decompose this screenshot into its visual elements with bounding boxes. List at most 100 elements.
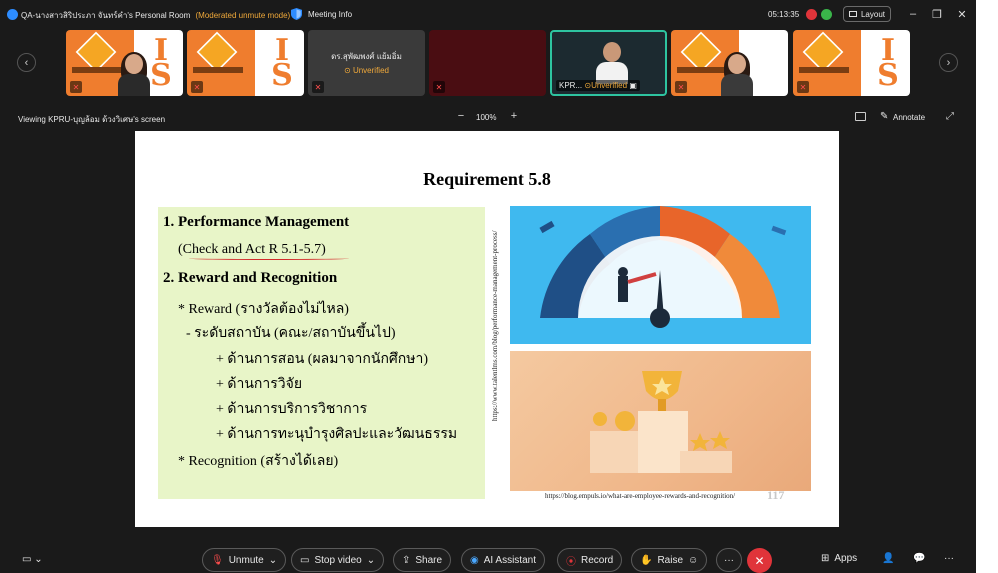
chat-button[interactable]: 💬 xyxy=(913,553,925,564)
captions-button[interactable]: ▭ ⌄ xyxy=(22,554,43,565)
bullet-culture: + ด้านการทะนุบำรุงศิลปะและวัฒนธรรม xyxy=(216,427,458,442)
participants-icon: 👤 xyxy=(882,553,895,564)
share-view-bar: Viewing KPRU-บุญล้อม ด้วงวิเศษ's screen … xyxy=(0,108,976,128)
ai-assistant-button[interactable]: ◉ AI Assistant xyxy=(461,548,545,572)
annotate-button[interactable]: Annotate xyxy=(893,113,925,122)
layout-button[interactable]: Layout xyxy=(843,6,891,22)
unverified-badge: ⊙Unverified xyxy=(584,81,628,90)
apps-label: Apps xyxy=(834,553,858,564)
meeting-info-button[interactable]: Meeting Info xyxy=(308,10,352,19)
ellipsis-icon: ··· xyxy=(944,553,954,564)
participant-name: ดร.สุพัฒพงศ์ แย้มอิ่ม xyxy=(331,52,402,61)
bullet-academic-service: + ด้านการบริการวิชาการ xyxy=(216,402,368,417)
share-label: Share xyxy=(415,554,443,566)
share-icon: ⇪ xyxy=(402,554,411,566)
raise-hand-button[interactable]: ✋ Raise ☺ xyxy=(631,548,708,572)
bullet-recognition: * Recognition (สร้างได้เลย) xyxy=(178,454,339,469)
room-name: QA-นางสาวสิริประภา จันทร์คำ's Personal R… xyxy=(21,11,191,20)
prev-participants-button[interactable]: ‹ xyxy=(17,53,36,72)
record-button[interactable]: ⦿ Record xyxy=(557,548,623,572)
participant-strip: ‹ IS ✕ IS ✕ ดร.สุพัฒพงศ์ แย้มอิ่ม ⊙ Unve… xyxy=(0,28,976,98)
hs-mark: IS xyxy=(271,33,293,93)
unverified-label: Unverified xyxy=(352,66,389,75)
source-url-vertical: https://www.talentlms.com/blog/performan… xyxy=(491,230,499,421)
reactions-icon[interactable]: ☺ xyxy=(688,555,698,566)
mic-muted-icon: ✕ xyxy=(191,81,203,93)
overflow-menu-button[interactable]: ··· xyxy=(944,553,954,564)
logo-banner xyxy=(193,67,243,73)
bullet-check-act: (Check and Act R 5.1-5.7) xyxy=(178,242,326,257)
more-options-button[interactable]: ··· xyxy=(716,548,742,572)
participant-name: KPR... xyxy=(559,81,583,90)
participant-tile[interactable]: IS ✕ xyxy=(793,30,910,96)
record-icon: ⦿ xyxy=(566,556,576,568)
red-underline xyxy=(189,257,349,260)
zoom-in-button[interactable]: + xyxy=(508,110,520,122)
layout-icon xyxy=(848,11,857,17)
unmute-label: Unmute xyxy=(228,554,264,566)
participant-tile[interactable]: IS ✕ xyxy=(187,30,304,96)
captions-icon: ▭ xyxy=(22,554,32,565)
unmute-button[interactable]: 🎙 Unmute ⌄ xyxy=(202,548,287,572)
participant-tile[interactable]: IS ✕ xyxy=(66,30,183,96)
mic-muted-icon: ✕ xyxy=(675,81,687,93)
recording-indicator-icon xyxy=(806,9,817,20)
active-speaker-tile[interactable]: KPR... ⊙Unverified ▣ xyxy=(550,30,667,96)
participants-button[interactable]: 👤 xyxy=(882,553,894,564)
stop-video-button[interactable]: ▭ Stop video ⌄ xyxy=(291,548,385,572)
bullet-teaching: + ด้านการสอน (ผลมาจากนักศึกษา) xyxy=(216,352,429,367)
logo-banner xyxy=(677,67,727,73)
pen-icon: ✎ xyxy=(880,111,889,122)
monitor-icon[interactable] xyxy=(855,112,866,121)
bullet-reward-recognition: 2. Reward and Recognition xyxy=(163,270,338,286)
mic-muted-icon: ✕ xyxy=(797,81,809,93)
moderated-mode-label: (Moderated unmute mode) xyxy=(195,11,291,20)
participant-video xyxy=(721,52,753,96)
fullscreen-icon[interactable]: ⤢ xyxy=(946,111,954,122)
chevron-down-icon: ⌄ xyxy=(34,554,43,565)
participant-tile[interactable]: ดร.สุพัฒพงศ์ แย้มอิ่ม ⊙ Unverified ✕ xyxy=(308,30,425,96)
zoom-out-button[interactable]: − xyxy=(455,110,467,122)
next-participants-button[interactable]: › xyxy=(939,53,958,72)
hand-icon: ✋ xyxy=(640,554,653,566)
raise-label: Raise xyxy=(657,554,684,566)
chevron-down-icon[interactable]: ⌄ xyxy=(367,555,375,566)
apps-button[interactable]: ⊞ Apps xyxy=(821,553,857,564)
close-button[interactable]: ✕ xyxy=(955,7,969,21)
unverified-badge: ⊙ Unverified xyxy=(344,66,389,75)
zoom-level[interactable]: 100% xyxy=(476,113,496,122)
more-label: ··· xyxy=(724,554,734,566)
screen-share-icon: ▣ xyxy=(629,81,637,90)
hs-mark: IS xyxy=(877,33,899,93)
video-camera-icon: ▭ xyxy=(300,554,310,566)
slide-page-number: 117 xyxy=(767,488,785,502)
chevron-down-icon[interactable]: ⌄ xyxy=(269,555,277,566)
stop-video-label: Stop video xyxy=(314,554,362,566)
share-button[interactable]: ⇪ Share xyxy=(393,548,452,572)
restore-button[interactable]: ❐ xyxy=(930,7,944,21)
reward-trophy-image xyxy=(510,351,811,491)
webex-logo-icon xyxy=(7,9,18,20)
minimize-button[interactable]: – xyxy=(906,7,920,21)
leave-meeting-button[interactable]: ✕ xyxy=(747,548,772,573)
apps-icon: ⊞ xyxy=(821,553,830,564)
hs-mark: IS xyxy=(150,33,172,93)
meeting-timer: 05:13:35 xyxy=(768,10,800,19)
participant-tile[interactable]: ✕ xyxy=(671,30,788,96)
participant-tile[interactable]: ✕ xyxy=(429,30,546,96)
viewing-label: Viewing KPRU-บุญล้อม ด้วงวิเศษ's screen xyxy=(18,115,166,124)
bullet-institution-level: - ระดับสถาบัน (คณะ/สถาบันขึ้นไป) xyxy=(186,326,396,341)
meeting-toolbar: ▭ ⌄ 🎙 Unmute ⌄ ▭ Stop video ⌄ ⇪ Share ◉ … xyxy=(0,547,976,573)
chat-icon: 💬 xyxy=(913,553,926,564)
ai-assistant-label: AI Assistant xyxy=(483,554,536,566)
performance-gauge-image xyxy=(510,206,811,344)
unverified-label: Unverified xyxy=(591,81,628,90)
logo-banner xyxy=(799,67,849,73)
mic-muted-icon: ✕ xyxy=(433,81,445,93)
mic-off-icon: 🎙 xyxy=(211,554,224,566)
shield-icon[interactable] xyxy=(291,8,302,20)
logo-banner xyxy=(72,67,122,73)
participant-label: KPR... ⊙Unverified ▣ xyxy=(556,80,640,91)
bullet-reward: * Reward (รางวัลต้องไม่ไหล) xyxy=(178,302,349,317)
bullet-research: + ด้านการวิจัย xyxy=(216,377,303,392)
